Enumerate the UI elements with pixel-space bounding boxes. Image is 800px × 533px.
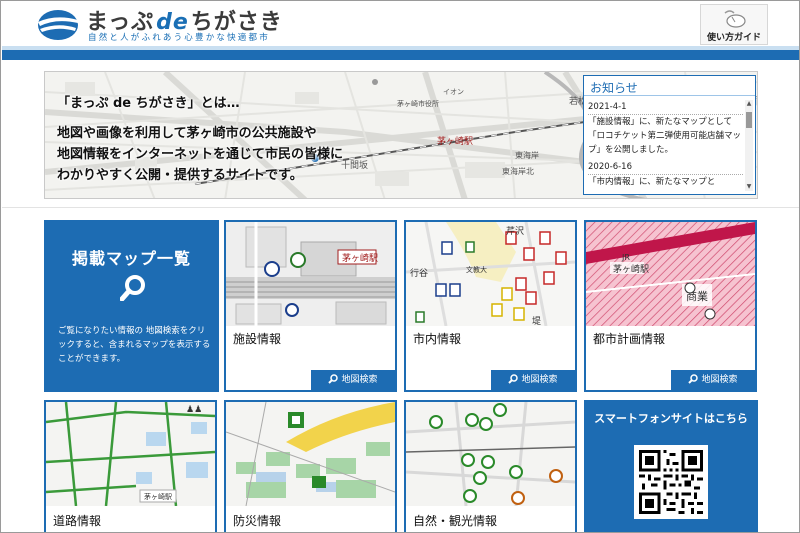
svg-text:JR: JR <box>621 253 630 262</box>
notice-list[interactable]: 2021-4-1 「施設情報」に、新たなマップとして「ロコチケット第二弾使用可能… <box>588 100 743 192</box>
card-label: 市内情報 <box>413 332 462 346</box>
map-label-higashikaigan-kita: 東海岸北 <box>502 166 534 176</box>
hero-line-3: わかりやすく公開・提供するサイトです。 <box>57 168 303 183</box>
card-label: 道路情報 <box>53 514 102 528</box>
scroll-up-arrow-icon[interactable]: ▲ <box>745 100 753 108</box>
usage-guide-button[interactable]: 使い方ガイド <box>700 4 768 45</box>
svg-text:♟♟: ♟♟ <box>186 405 202 415</box>
svg-text:茅ヶ崎駅: 茅ヶ崎駅 <box>144 492 172 501</box>
card-nature-tourism[interactable]: 自然・観光情報 <box>404 400 577 532</box>
notice-date: 2021-4-1 <box>588 100 743 115</box>
nature-map-thumbnail <box>406 402 575 506</box>
logo-swoosh-icon[interactable] <box>36 8 80 42</box>
header-bar <box>2 50 799 60</box>
map-search-button[interactable]: 地図検索 <box>671 370 755 390</box>
mouse-icon <box>724 10 746 28</box>
card-label: 防災情報 <box>233 514 282 528</box>
card-label: 施設情報 <box>233 332 282 346</box>
map-label-higashikaigan: 東海岸 <box>515 150 539 160</box>
scroll-thumb[interactable] <box>746 112 752 128</box>
smartphone-title: スマートフォンサイトはこちら <box>584 410 758 426</box>
notice-panel: お知らせ 2021-4-1 「施設情報」に、新たなマップとして「ロコチケット第二… <box>583 75 756 195</box>
card-label: 都市計画情報 <box>593 332 666 346</box>
map-list-panel[interactable]: 掲載マップ一覧 ご覧になりたい情報の 地図検索をクリックすると、含まれるマップを… <box>44 220 219 392</box>
city-map-thumbnail: 行谷 文教大 芹沢 堤 <box>406 222 575 326</box>
map-list-description: ご覧になりたい情報の 地図検索をクリックすると、含まれるマップを表示することがで… <box>58 326 211 364</box>
card-facility-info[interactable]: 茅ヶ崎駅 施設情報 地図検索 <box>224 220 397 392</box>
map-search-button[interactable]: 地図検索 <box>491 370 575 390</box>
notice-text[interactable]: 「市内情報」に、新たなマップと <box>588 175 743 189</box>
notice-text[interactable]: 「施設情報」に、新たなマップとして「ロコチケット第二弾使用可能店舗マップ」を公開… <box>588 115 743 157</box>
card-disaster-info[interactable]: 防災情報 <box>224 400 397 532</box>
map-search-label: 地図検索 <box>701 375 738 385</box>
search-icon <box>688 374 699 384</box>
svg-text:茅ヶ崎駅: 茅ヶ崎駅 <box>613 263 649 275</box>
map-label-city-hall: 茅ヶ崎市役所 <box>397 99 439 108</box>
disaster-map-thumbnail <box>226 402 395 506</box>
map-search-label: 地図検索 <box>341 375 378 385</box>
map-label-chigasaki-station: 茅ヶ崎駅 <box>437 135 473 147</box>
qr-code-image <box>639 450 703 514</box>
scroll-down-arrow-icon[interactable]: ▼ <box>745 183 753 191</box>
svg-text:行谷: 行谷 <box>410 267 428 279</box>
map-label-jukkenzaka: 十間坂 <box>341 159 368 171</box>
qr-code[interactable] <box>634 445 708 519</box>
smartphone-site-panel[interactable]: スマートフォンサイトはこちら <box>584 400 758 532</box>
smartphone-title-b: はこちら <box>703 412 748 425</box>
card-label: 自然・観光情報 <box>413 514 498 528</box>
map-label-aeon: イオン <box>443 88 464 96</box>
map-list-title: 掲載マップ一覧 <box>71 249 191 268</box>
notice-date: 2020-6-16 <box>588 160 743 175</box>
search-icon <box>120 275 145 301</box>
facility-map-thumbnail: 茅ヶ崎駅 <box>226 222 395 326</box>
card-urban-planning[interactable]: 茅ヶ崎駅 JR 商業 都市計画情報 地図検索 <box>584 220 757 392</box>
smartphone-title-a: スマートフォンサイト <box>594 412 704 425</box>
hero-heading: 「まっぷ de ちがさき」とは… <box>57 96 240 111</box>
card-city-info[interactable]: 行谷 文教大 芹沢 堤 市内情報 地図検索 <box>404 220 577 392</box>
urban-planning-map-thumbnail: 茅ヶ崎駅 JR 商業 <box>586 222 755 326</box>
site-tagline: 自然と人がふれあう心豊かな快適都市 <box>88 33 270 43</box>
svg-text:堤: 堤 <box>532 316 541 326</box>
notice-title: お知らせ <box>584 76 755 96</box>
svg-text:茅ヶ崎駅: 茅ヶ崎駅 <box>342 252 378 264</box>
page-frame: まっぷdeちがさき 自然と人がふれあう心豊かな快適都市 使い方ガイド 茅ヶ崎駅 … <box>0 0 800 533</box>
hero-line-2: 地図情報をインターネットを通じて市民の皆様に <box>57 147 344 162</box>
section-divider <box>2 207 799 208</box>
card-road-info[interactable]: 茅ヶ崎駅 ♟♟ 道路情報 <box>44 400 217 532</box>
search-icon <box>328 374 339 384</box>
usage-guide-label: 使い方ガイド <box>706 33 761 43</box>
notice-scrollbar[interactable]: ▲ ▼ <box>745 100 753 191</box>
site-header: まっぷdeちがさき 自然と人がふれあう心豊かな快適都市 使い方ガイド <box>2 2 799 46</box>
svg-text:芹沢: 芹沢 <box>506 225 524 237</box>
map-search-label: 地図検索 <box>521 375 558 385</box>
search-icon <box>508 374 519 384</box>
hero-line-1: 地図や画像を利用して茅ヶ崎市の公共施設や <box>57 126 317 141</box>
map-search-button[interactable]: 地図検索 <box>311 370 395 390</box>
svg-text:文教大: 文教大 <box>466 265 487 274</box>
road-map-thumbnail: 茅ヶ崎駅 ♟♟ <box>46 402 215 506</box>
